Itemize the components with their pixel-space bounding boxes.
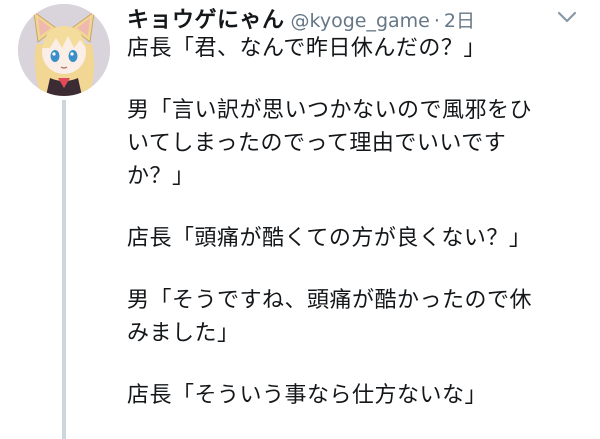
- user-handle[interactable]: @kyoge_game: [291, 10, 430, 32]
- tweet-header: キョウゲにゃん @kyoge_game · 2日: [127, 2, 587, 34]
- avatar[interactable]: [18, 4, 110, 96]
- tweet-text-line: 店長「そういう事なら仕方ないな」: [127, 383, 488, 408]
- chevron-down-icon[interactable]: [556, 8, 578, 26]
- tweet-text-line: 男「そうですね、頭痛が酷かったので休: [127, 288, 533, 313]
- tweet-text-line: みました」: [127, 321, 240, 346]
- tweet-text-line: 店長「君、なんで昨日休んだの？」: [127, 36, 486, 61]
- tweet-text-line: いてしまったのでって理由でいいです: [127, 131, 507, 156]
- timestamp[interactable]: 2日: [444, 6, 475, 33]
- header-separator: ·: [433, 10, 440, 32]
- tweet-text-line: 男「言い訳が思いつかないので風邪をひ: [127, 98, 533, 123]
- thread-line: [62, 100, 66, 439]
- tweet-text-line: か？」: [127, 164, 195, 189]
- anime-cat-girl-avatar-icon: [18, 4, 110, 96]
- display-name[interactable]: キョウゲにゃん: [127, 2, 285, 34]
- tweet-text: 店長「君、なんで昨日休んだの？」男「言い訳が思いつかないので風邪をひ いてしまった…: [127, 32, 587, 412]
- tweet: キョウゲにゃん @kyoge_game · 2日 店長「君、なんで昨日休んだの？…: [0, 0, 600, 439]
- tweet-text-line: 店長「頭痛が酷くての方が良くない？」: [127, 226, 532, 251]
